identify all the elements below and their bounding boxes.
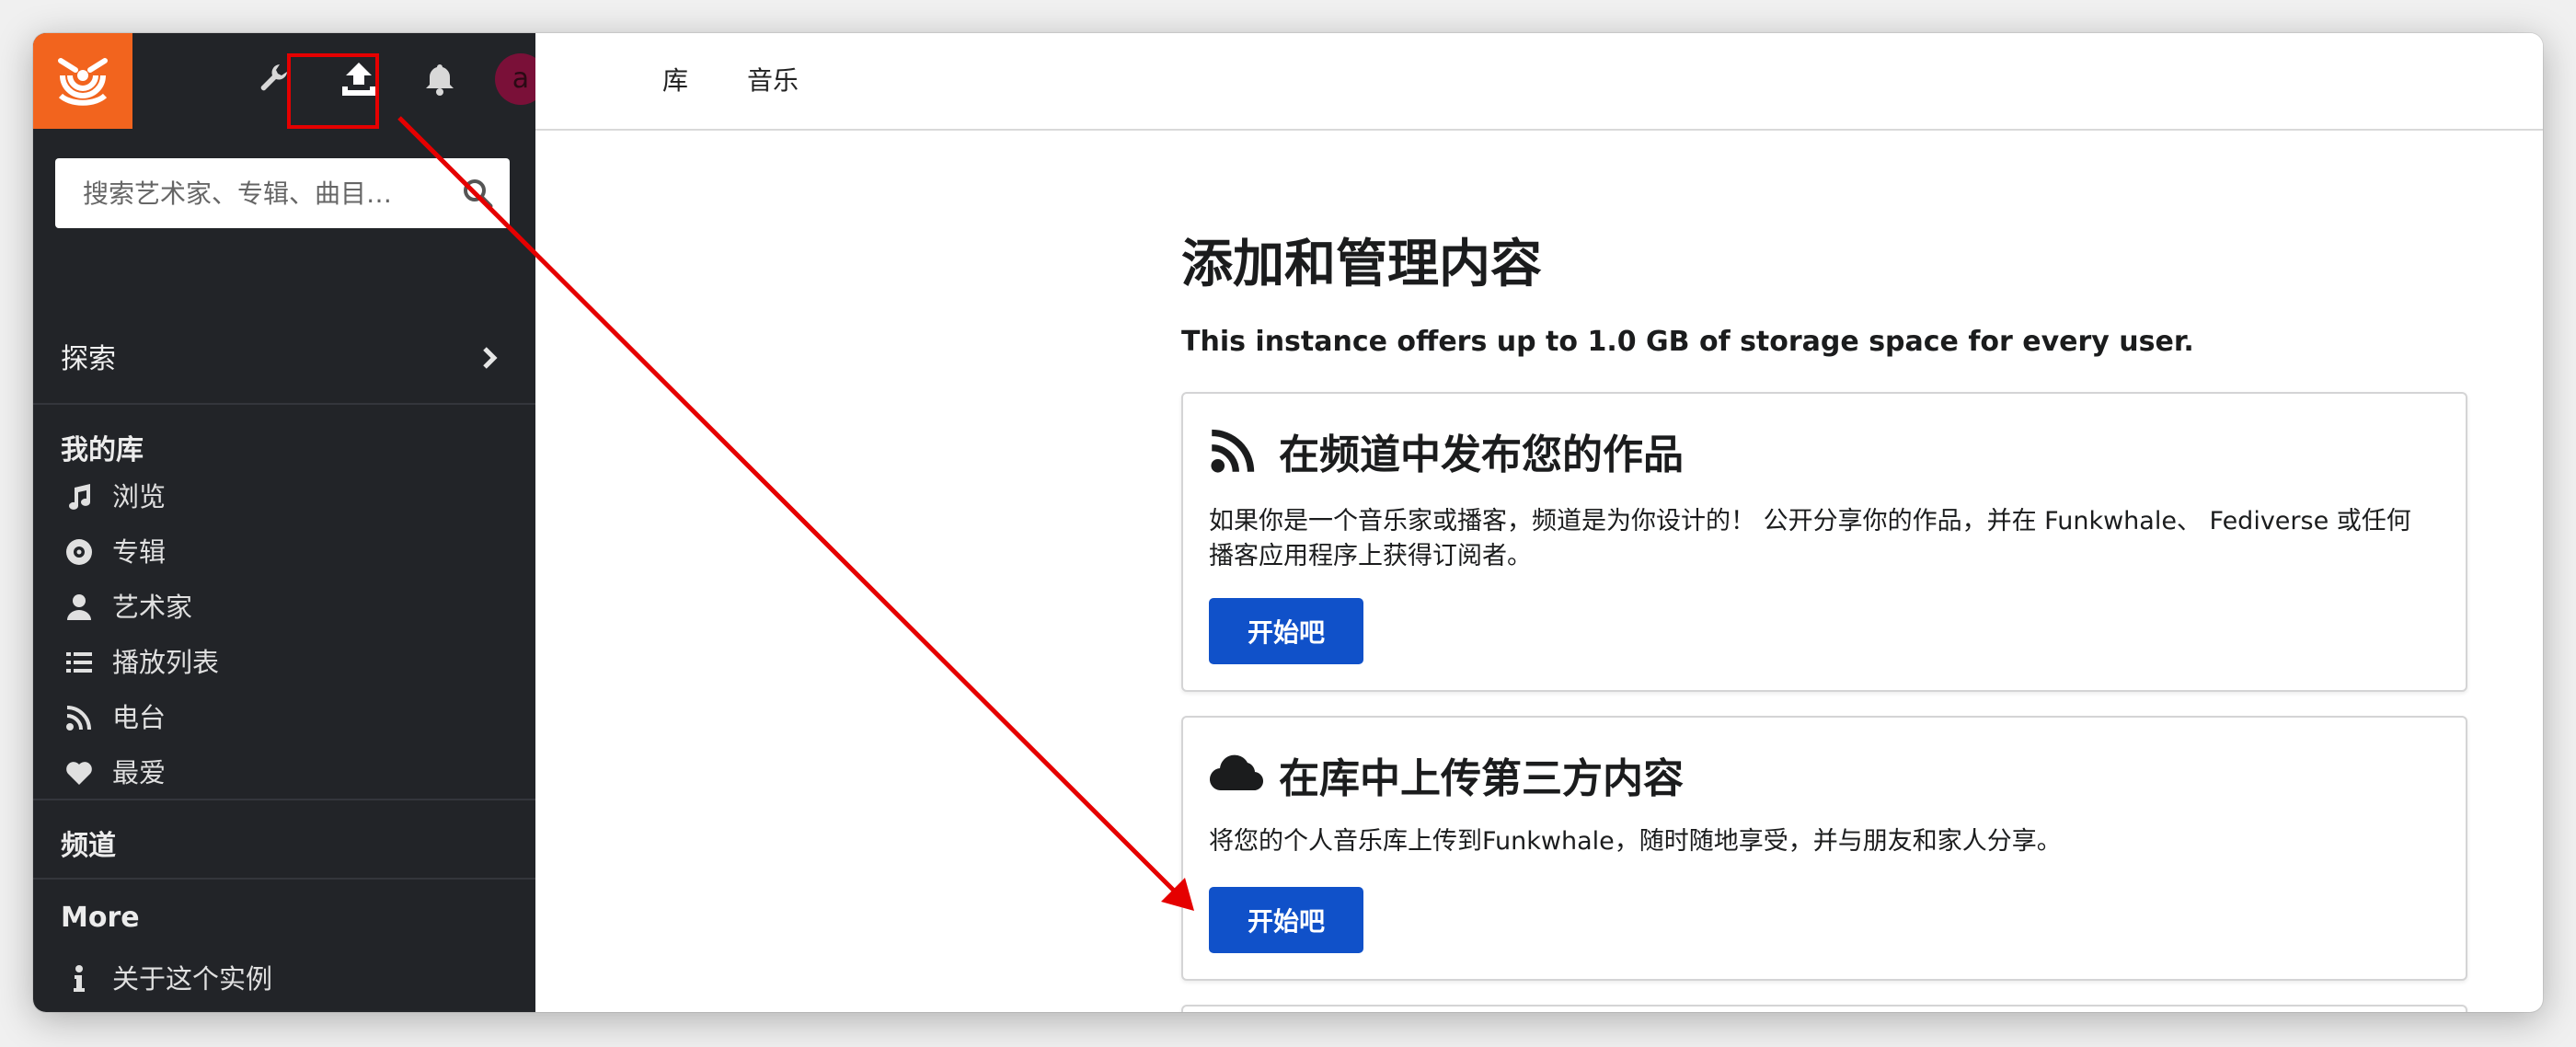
divider: [33, 403, 535, 405]
info-icon: [74, 965, 85, 992]
app-window: a 探索 我的库 浏览: [33, 33, 2543, 1012]
sidebar-item-label: 最爱: [112, 757, 167, 788]
tab-music[interactable]: 音乐: [747, 33, 799, 129]
sidebar-item-label: 关于这个实例: [112, 963, 273, 995]
sidebar-item-label: 播放列表: [112, 647, 220, 678]
explore-label: 探索: [61, 343, 116, 375]
cloud-icon: [1209, 754, 1264, 791]
music-note-icon: [69, 484, 90, 510]
sidebar: a 探索 我的库 浏览: [33, 33, 546, 1012]
page-title: 添加和管理内容: [1181, 235, 1542, 294]
publish-channel-card: 在频道中发布您的作品 如果你是一个音乐家或播客，频道是为你设计的！ 公开分享你的…: [1181, 392, 2467, 692]
card-title: 在频道中发布您的作品: [1279, 431, 1684, 478]
annotation-highlight-box: [287, 53, 379, 129]
sidebar-item-radios[interactable]: 电台: [33, 690, 535, 745]
funkwhale-logo-icon: [58, 58, 108, 106]
sidebar-item-favorites[interactable]: 最爱: [33, 745, 535, 800]
sidebar-item-about[interactable]: 关于这个实例: [33, 951, 535, 1007]
bell-icon[interactable]: [421, 61, 458, 98]
heart-icon: [66, 762, 92, 785]
sidebar-item-label: 艺术家: [112, 592, 193, 623]
card-title: 在库中上传第三方内容: [1279, 755, 1684, 802]
sidebar-item-channels[interactable]: 频道: [61, 819, 116, 874]
divider: [33, 878, 535, 880]
sidebar-item-browse[interactable]: 浏览: [33, 469, 535, 524]
list-icon: [66, 652, 92, 673]
sidebar-item-label: 浏览: [112, 481, 167, 512]
library-heading: 我的库: [61, 434, 144, 466]
search-input[interactable]: [55, 158, 469, 228]
search-icon[interactable]: [462, 178, 493, 209]
tab-library[interactable]: 库: [662, 33, 688, 129]
more-heading: More: [61, 902, 140, 934]
user-icon: [67, 594, 91, 620]
sidebar-item-label: 电台: [112, 702, 167, 733]
sidebar-item-albums[interactable]: 专辑: [33, 524, 535, 580]
upload-library-card: 在库中上传第三方内容 将您的个人音乐库上传到Funkwhale，随时随地享受，并…: [1181, 716, 2467, 981]
card-description: 将您的个人音乐库上传到Funkwhale，随时随地享受，并与朋友和家人分享。: [1209, 827, 2062, 856]
feed-icon: [1211, 429, 1255, 473]
divider: [33, 799, 535, 800]
sidebar-item-playlists[interactable]: 播放列表: [33, 635, 535, 690]
feed-icon: [66, 706, 91, 731]
disc-icon: [66, 539, 92, 565]
sidebar-item-label: 专辑: [112, 536, 167, 568]
top-navigation: 库 音乐: [535, 33, 2543, 131]
storage-note: This instance offers up to 1.0 GB of sto…: [1181, 326, 2194, 358]
funkwhale-logo[interactable]: [33, 33, 132, 129]
sidebar-item-artists[interactable]: 艺术家: [33, 580, 535, 635]
sidebar-item-explore[interactable]: 探索: [33, 318, 535, 401]
get-started-button[interactable]: 开始吧: [1209, 887, 1363, 953]
main-content: 添加和管理内容 This instance offers up to 1.0 G…: [535, 131, 2543, 1012]
chevron-right-icon: [483, 347, 498, 369]
get-started-button[interactable]: 开始吧: [1209, 598, 1363, 664]
next-card: [1181, 1005, 2467, 1012]
wrench-icon[interactable]: [258, 61, 291, 94]
search-box: [55, 158, 510, 228]
card-description: 如果你是一个音乐家或播客，频道是为你设计的！ 公开分享你的作品，并在 Funkw…: [1209, 507, 2411, 570]
